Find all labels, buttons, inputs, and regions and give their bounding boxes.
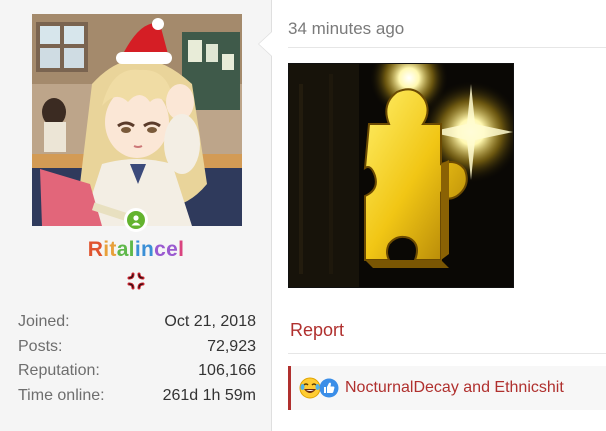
thumbs-up-icon xyxy=(319,378,339,398)
username-letter: R xyxy=(87,238,104,261)
reaction-icons xyxy=(299,376,343,400)
golden-puzzle-piece-image xyxy=(289,64,513,287)
report-link[interactable]: Report xyxy=(290,320,344,341)
user-online-icon xyxy=(131,215,141,226)
post-image[interactable] xyxy=(288,63,514,288)
user-avatar[interactable] xyxy=(32,14,242,226)
post-content: 34 minutes ago Report NocturnalDecay and… xyxy=(258,0,606,431)
stat-label: Joined: xyxy=(18,313,70,330)
stat-posts: Posts: 72,923 xyxy=(18,335,256,360)
username-letter: a xyxy=(116,238,129,261)
stat-value: 106,166 xyxy=(198,362,256,379)
post-container: Ritalincel Joined: Oct 21, 2018 Posts: 7… xyxy=(0,0,606,431)
anger-symbol-icon xyxy=(127,272,145,290)
stat-time-online: Time online: 261d 1h 59m xyxy=(18,384,256,409)
speech-arrow xyxy=(259,32,272,56)
user-stats: Joined: Oct 21, 2018 Posts: 72,923 Reput… xyxy=(18,310,256,408)
stat-joined: Joined: Oct 21, 2018 xyxy=(18,310,256,335)
stat-value: 261d 1h 59m xyxy=(162,386,256,404)
post-timestamp[interactable]: 34 minutes ago xyxy=(288,19,404,39)
stat-label: Posts: xyxy=(18,337,63,355)
username-letter: c xyxy=(154,238,167,261)
anime-girl-avatar xyxy=(32,14,242,226)
stat-value: 72,923 xyxy=(207,337,256,355)
username-letter: t xyxy=(109,238,117,261)
stat-label: Time online: xyxy=(18,386,105,404)
divider xyxy=(288,47,606,48)
divider xyxy=(288,353,606,354)
online-status-indicator xyxy=(124,208,148,232)
username[interactable]: Ritalincel xyxy=(0,238,272,262)
laughing-face-icon xyxy=(299,377,321,399)
stat-label: Reputation: xyxy=(18,362,100,379)
reaction-users[interactable]: NocturnalDecay and Ethnicshit xyxy=(345,379,564,397)
reactions-bar[interactable]: NocturnalDecay and Ethnicshit xyxy=(288,366,606,410)
username-letter: n xyxy=(140,238,155,261)
stat-value: Oct 21, 2018 xyxy=(164,313,256,330)
username-letter: e xyxy=(166,238,179,261)
username-letter: l xyxy=(178,238,185,261)
user-panel: Ritalincel Joined: Oct 21, 2018 Posts: 7… xyxy=(0,0,272,431)
stat-reputation: Reputation: 106,166 xyxy=(18,359,256,384)
